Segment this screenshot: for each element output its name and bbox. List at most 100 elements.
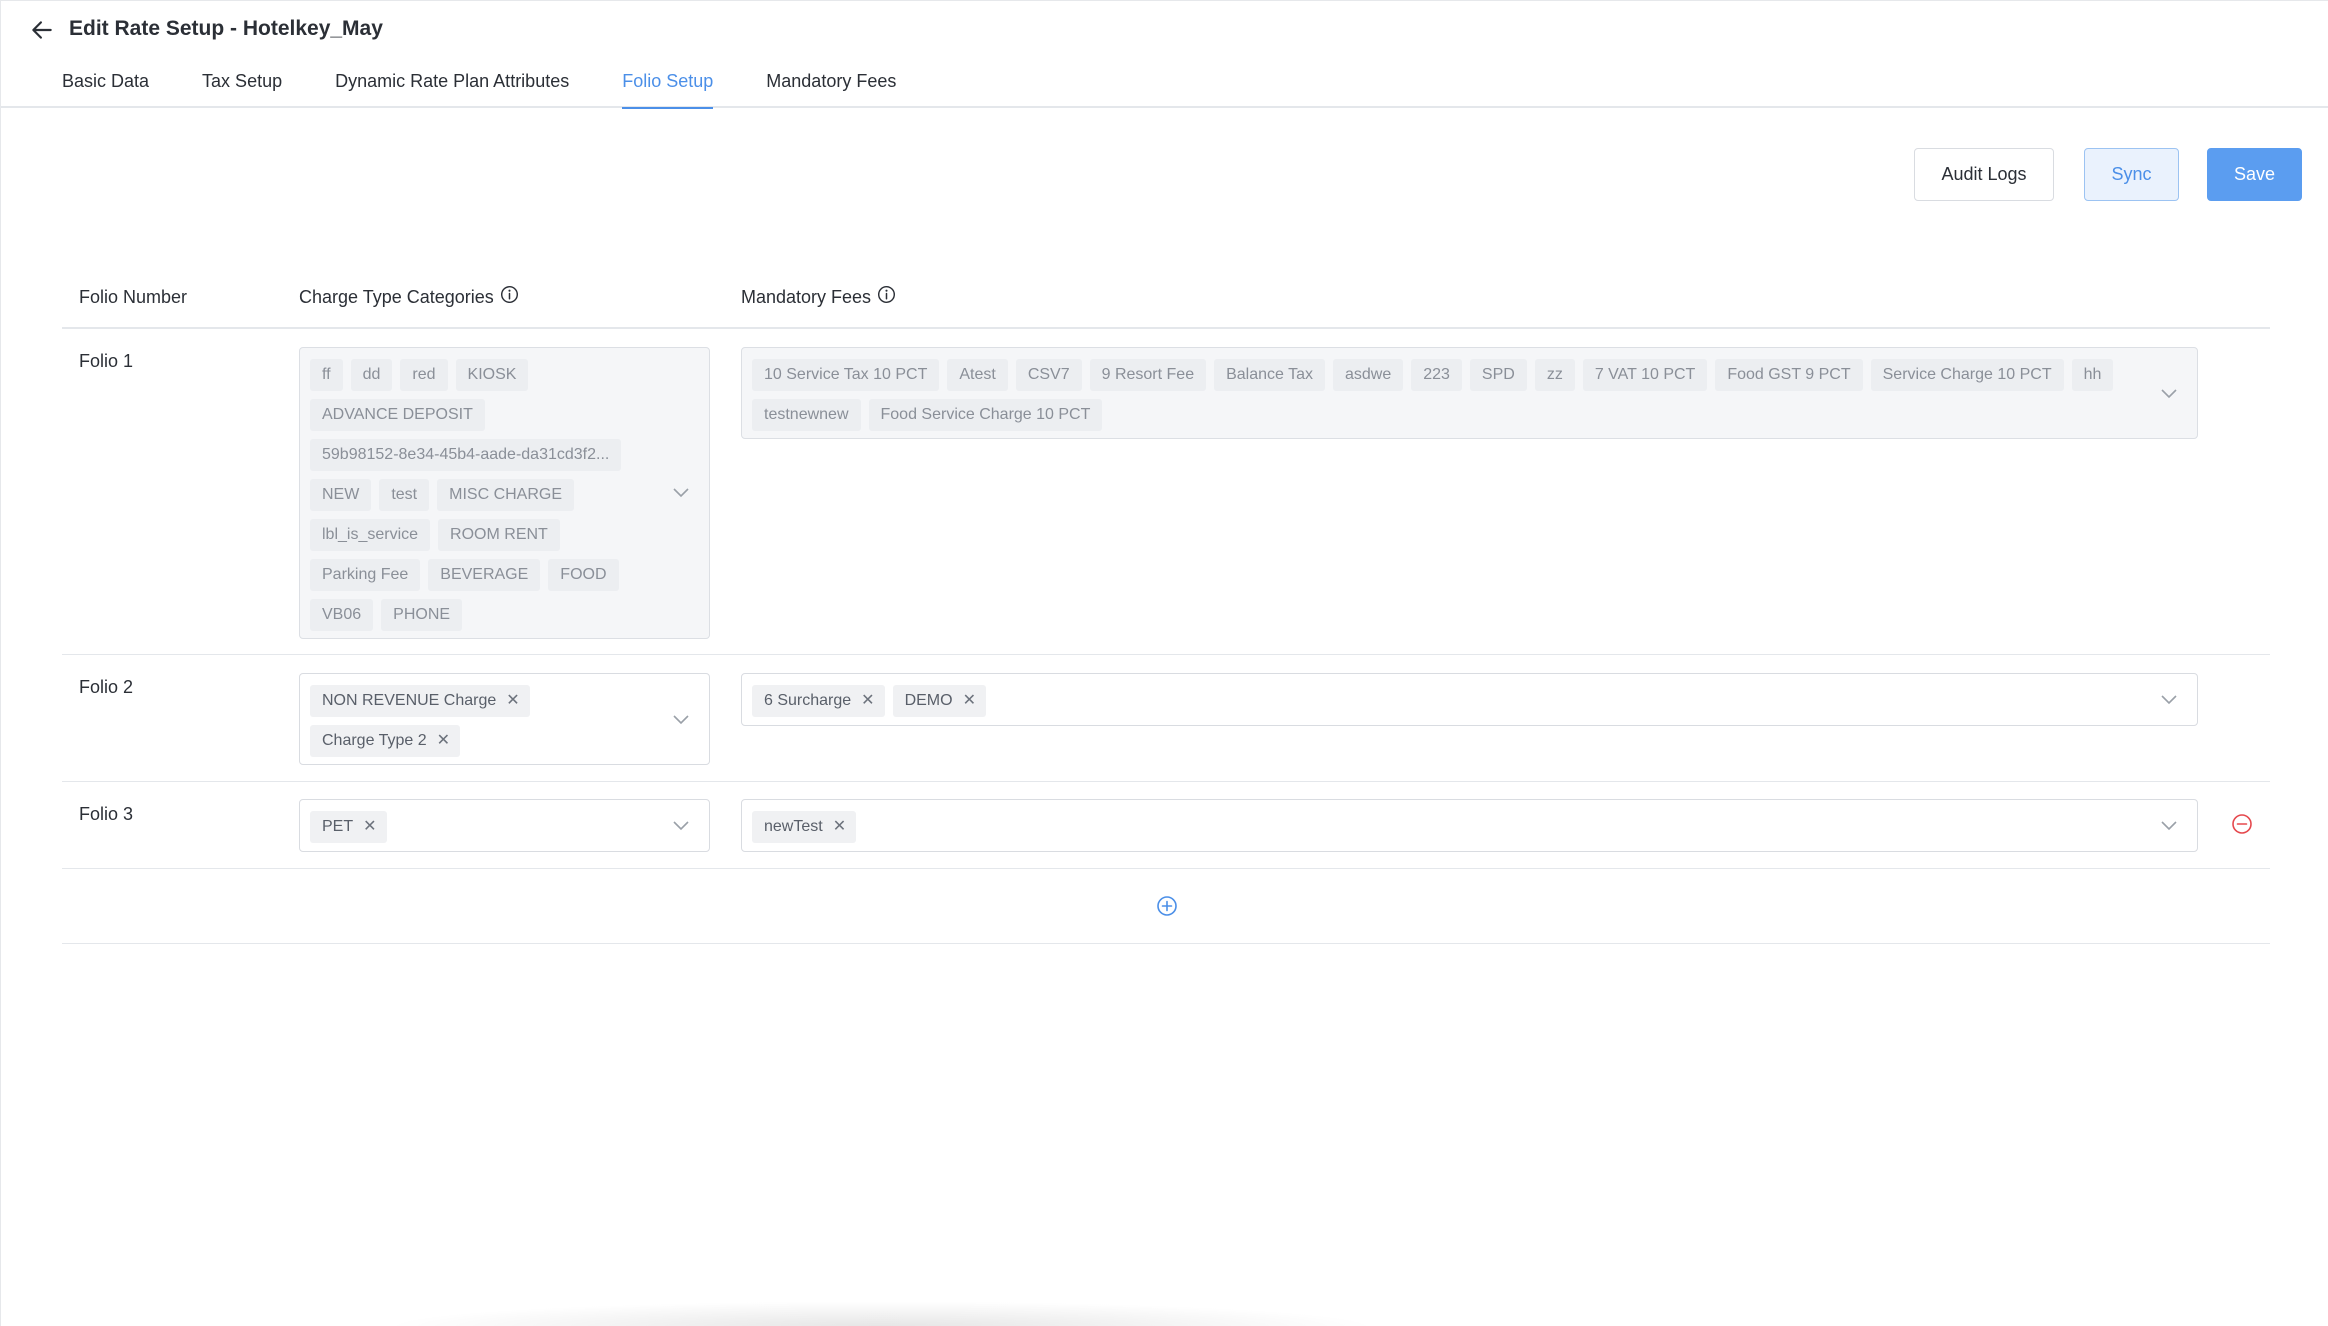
charge-type-select-folio-3[interactable]: PET ✕ <box>299 799 710 852</box>
tag-chip-label: asdwe <box>1344 366 1392 383</box>
tag-chip: asdwe <box>1332 359 1404 391</box>
chevron-down-icon <box>2161 389 2177 399</box>
mandatory-fees-select-folio-3[interactable]: newTest ✕ <box>741 799 2198 852</box>
tag-chip-label: red <box>412 366 436 383</box>
tag-chip: KIOSK <box>455 359 529 391</box>
tag-chip: Parking Fee <box>310 559 421 591</box>
tag-chip-label: PET <box>322 818 354 835</box>
tag-chip: hh <box>2071 359 2114 391</box>
bottom-shadow <box>381 1301 1381 1326</box>
mandatory-fees-select-folio-2[interactable]: 6 Surcharge ✕ DEMO ✕ <box>741 673 2198 726</box>
tag-chip: NEW <box>310 479 372 511</box>
chevron-down-icon <box>673 821 689 831</box>
tag-chip[interactable]: NON REVENUE Charge ✕ <box>310 685 530 717</box>
tag-chip-label: NEW <box>322 486 360 503</box>
info-icon[interactable] <box>500 285 519 304</box>
info-icon[interactable] <box>877 285 896 304</box>
tag-chip[interactable]: newTest ✕ <box>752 811 857 843</box>
tag-chip-label: KIOSK <box>467 366 517 383</box>
close-icon[interactable]: ✕ <box>506 685 519 717</box>
chevron-down-icon <box>673 715 689 725</box>
chip-list: NON REVENUE Charge ✕ Charge Type 2 ✕ <box>310 681 669 761</box>
close-icon[interactable]: ✕ <box>861 685 874 717</box>
column-header-charge-type-categories: Charge Type Categories <box>299 285 519 309</box>
tag-chip-label: zz <box>1546 366 1563 383</box>
sync-button[interactable]: Sync <box>2084 148 2179 201</box>
tag-chip-label: VB06 <box>322 606 362 623</box>
tag-chip-label: MISC CHARGE <box>449 486 563 503</box>
tag-chip[interactable]: DEMO ✕ <box>892 685 986 717</box>
tag-chip-label: hh <box>2083 366 2102 383</box>
tag-chip-label: Balance Tax <box>1226 366 1313 383</box>
tag-chip: ff <box>310 359 343 391</box>
tag-chip: PHONE <box>381 599 463 631</box>
tag-chip-label: newTest <box>764 818 823 835</box>
tag-chip-label: ADVANCE DEPOSIT <box>322 406 473 423</box>
tag-chip-label: Food GST 9 PCT <box>1727 366 1851 383</box>
tag-chip: 10 Service Tax 10 PCT <box>752 359 940 391</box>
tag-chip[interactable]: 6 Surcharge ✕ <box>752 685 885 717</box>
save-button[interactable]: Save <box>2207 148 2302 201</box>
tab-tax-setup[interactable]: Tax Setup <box>202 69 282 108</box>
chevron-down-icon <box>2161 821 2177 831</box>
close-icon[interactable]: ✕ <box>833 811 846 843</box>
tab-folio-setup[interactable]: Folio Setup <box>622 69 714 109</box>
arrow-left-icon[interactable] <box>29 17 55 43</box>
chip-list: 10 Service Tax 10 PCT Atest CSV7 9 Resort F… <box>752 355 2157 435</box>
tag-chip[interactable]: Charge Type 2 ✕ <box>310 725 461 757</box>
tag-chip-label: lbl_is_service <box>322 526 419 543</box>
charge-type-select-folio-1[interactable]: ff dd red KIOSK ADVANCE DEPOSIT 59b98152-8e34… <box>299 347 710 639</box>
tag-chip-label: BEVERAGE <box>440 566 529 583</box>
close-icon[interactable]: ✕ <box>963 685 976 717</box>
tag-chip: ADVANCE DEPOSIT <box>310 399 485 431</box>
audit-logs-button[interactable]: Audit Logs <box>1914 148 2054 201</box>
tag-chip: VB06 <box>310 599 374 631</box>
close-icon[interactable]: ✕ <box>437 725 450 757</box>
tag-chip-label: test <box>391 486 418 503</box>
add-folio-icon[interactable] <box>1156 895 1178 917</box>
tab-dynamic-rate-plan-attributes[interactable]: Dynamic Rate Plan Attributes <box>335 69 569 108</box>
tag-chip: 223 <box>1411 359 1462 391</box>
close-icon[interactable]: ✕ <box>363 811 376 843</box>
tab-basic-data[interactable]: Basic Data <box>62 69 149 108</box>
tag-chip: zz <box>1534 359 1575 391</box>
tag-chip: red <box>400 359 448 391</box>
mandatory-fees-select-folio-1[interactable]: 10 Service Tax 10 PCT Atest CSV7 9 Resort F… <box>741 347 2198 439</box>
tag-chip: 7 VAT 10 PCT <box>1582 359 1708 391</box>
tag-chip-label: Parking Fee <box>322 566 409 583</box>
tag-chip-label: dd <box>362 366 381 383</box>
remove-folio-icon[interactable] <box>2231 813 2253 835</box>
row-divider <box>62 868 2270 869</box>
row-divider <box>62 654 2270 655</box>
row-divider <box>62 781 2270 782</box>
tag-chip: MISC CHARGE <box>437 479 575 511</box>
chip-list: newTest ✕ <box>752 807 2157 847</box>
tag-chip-label: Food Service Charge 10 PCT <box>880 406 1091 423</box>
chevron-down-icon <box>673 488 689 498</box>
tag-chip[interactable]: PET ✕ <box>310 811 387 843</box>
chip-list: PET ✕ <box>310 807 669 847</box>
tab-bar: Basic Data Tax Setup Dynamic Rate Plan A… <box>62 69 949 109</box>
page-title: Edit Rate Setup - Hotelkey_May <box>69 17 383 40</box>
tab-mandatory-fees[interactable]: Mandatory Fees <box>766 69 896 108</box>
tag-chip-label: 10 Service Tax 10 PCT <box>764 366 928 383</box>
table-bottom-divider <box>62 943 2270 944</box>
column-header-label: Mandatory Fees <box>741 287 872 307</box>
tag-chip: ROOM RENT <box>438 519 560 551</box>
tag-chip: Food GST 9 PCT <box>1715 359 1863 391</box>
chip-list: 6 Surcharge ✕ DEMO ✕ <box>752 681 2157 721</box>
tag-chip: 9 Resort Fee <box>1089 359 1207 391</box>
tag-chip: lbl_is_service <box>310 519 431 551</box>
tag-chip: FOOD <box>548 559 619 591</box>
tag-chip-label: Atest <box>959 366 996 383</box>
tag-chip: Food Service Charge 10 PCT <box>868 399 1103 431</box>
tag-chip: 59b98152-8e34-45b4-aade-da31cd3f2... <box>310 439 622 471</box>
folio-number-label: Folio 2 <box>79 677 134 697</box>
tag-chip: CSV7 <box>1015 359 1082 391</box>
folio-setup-page: Edit Rate Setup - Hotelkey_May Basic Dat… <box>0 0 2328 1326</box>
tag-chip: SPD <box>1469 359 1527 391</box>
charge-type-select-folio-2[interactable]: NON REVENUE Charge ✕ Charge Type 2 ✕ <box>299 673 710 765</box>
column-header-folio-number: Folio Number <box>79 285 187 309</box>
chip-list: ff dd red KIOSK ADVANCE DEPOSIT 59b98152-8e34… <box>310 355 669 635</box>
tag-chip-label: NON REVENUE Charge <box>322 692 497 709</box>
